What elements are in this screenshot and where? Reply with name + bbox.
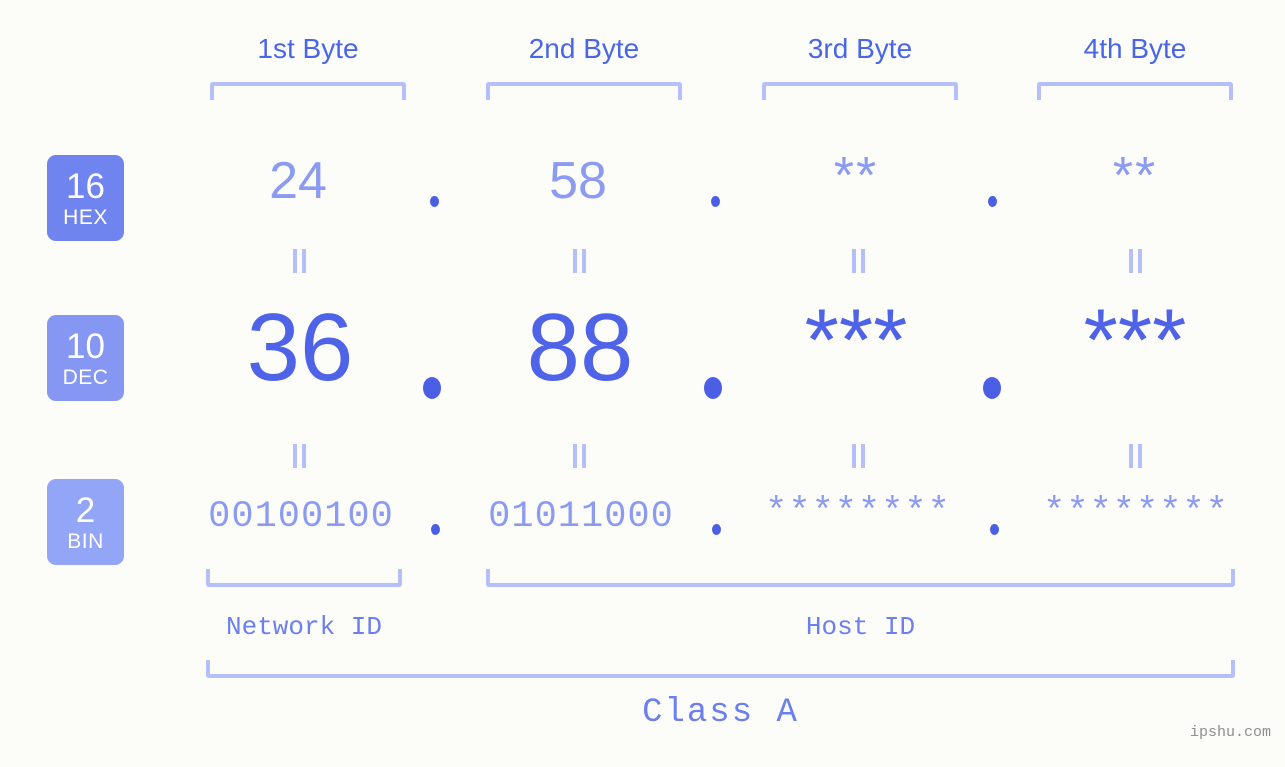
dec-separator-dot-1 xyxy=(423,377,441,399)
base-badge-dec-name: DEC xyxy=(62,365,109,389)
network-id-label: Network ID xyxy=(225,612,383,642)
byte-header-2: 2nd Byte xyxy=(528,33,640,64)
equals-mark-hex-dec-1 xyxy=(293,249,307,273)
equals-mark-dec-bin-3 xyxy=(852,444,866,468)
base-badge-hex-number: 16 xyxy=(66,166,105,206)
hex-separator-dot-1 xyxy=(430,196,439,207)
byte-header-4: 4th Byte xyxy=(1083,33,1187,64)
byte-bracket-1 xyxy=(210,82,406,100)
host-id-bracket xyxy=(486,569,1235,587)
equals-mark-hex-dec-4 xyxy=(1129,249,1143,273)
equals-mark-dec-bin-1 xyxy=(293,444,307,468)
watermark: ipshu.com xyxy=(1189,724,1271,741)
base-badge-dec-number: 10 xyxy=(66,326,105,366)
equals-mark-hex-dec-3 xyxy=(852,249,866,273)
dec-value-byte-2: 88 xyxy=(526,294,634,401)
hex-value-byte-3: ** xyxy=(833,147,879,205)
dec-separator-dot-2 xyxy=(704,377,722,399)
equals-mark-dec-bin-4 xyxy=(1129,444,1143,468)
byte-bracket-3 xyxy=(762,82,958,100)
byte-bracket-4 xyxy=(1037,82,1233,100)
equals-mark-dec-bin-2 xyxy=(573,444,587,468)
equals-mark-hex-dec-2 xyxy=(573,249,587,273)
hex-separator-dot-3 xyxy=(988,196,997,207)
dec-value-byte-4: *** xyxy=(1083,290,1187,389)
bin-value-byte-3: ******** xyxy=(765,492,951,534)
base-badge-hex-name: HEX xyxy=(63,205,108,229)
class-label: Class A xyxy=(642,694,799,732)
byte-header-1: 1st Byte xyxy=(257,33,359,64)
host-id-label: Host ID xyxy=(805,612,916,642)
class-bracket xyxy=(206,660,1235,678)
base-badge-hex: 16 HEX xyxy=(47,155,124,241)
bin-value-byte-1: 00100100 xyxy=(208,496,394,538)
bin-separator-dot-3 xyxy=(990,524,999,535)
bin-value-byte-2: 01011000 xyxy=(488,496,674,538)
hex-value-byte-4: ** xyxy=(1112,147,1158,205)
base-badge-bin-name: BIN xyxy=(67,529,104,553)
bin-separator-dot-2 xyxy=(712,524,721,535)
hex-separator-dot-2 xyxy=(711,196,720,207)
bin-separator-dot-1 xyxy=(431,524,440,535)
dec-separator-dot-3 xyxy=(983,377,1001,399)
bin-value-byte-4: ******** xyxy=(1043,492,1229,534)
byte-bracket-2 xyxy=(486,82,682,100)
dec-value-byte-1: 36 xyxy=(246,294,354,401)
base-badge-dec: 10 DEC xyxy=(47,315,124,401)
dec-value-byte-3: *** xyxy=(804,290,908,389)
hex-value-byte-1: 24 xyxy=(269,152,327,210)
base-badge-bin: 2 BIN xyxy=(47,479,124,565)
byte-header-3: 3rd Byte xyxy=(807,33,913,64)
ip-byte-breakdown-diagram: 1st Byte 2nd Byte 3rd Byte 4th Byte 16 H… xyxy=(0,0,1285,767)
base-badge-bin-number: 2 xyxy=(75,490,96,530)
hex-value-byte-2: 58 xyxy=(549,152,607,210)
network-id-bracket xyxy=(206,569,402,587)
